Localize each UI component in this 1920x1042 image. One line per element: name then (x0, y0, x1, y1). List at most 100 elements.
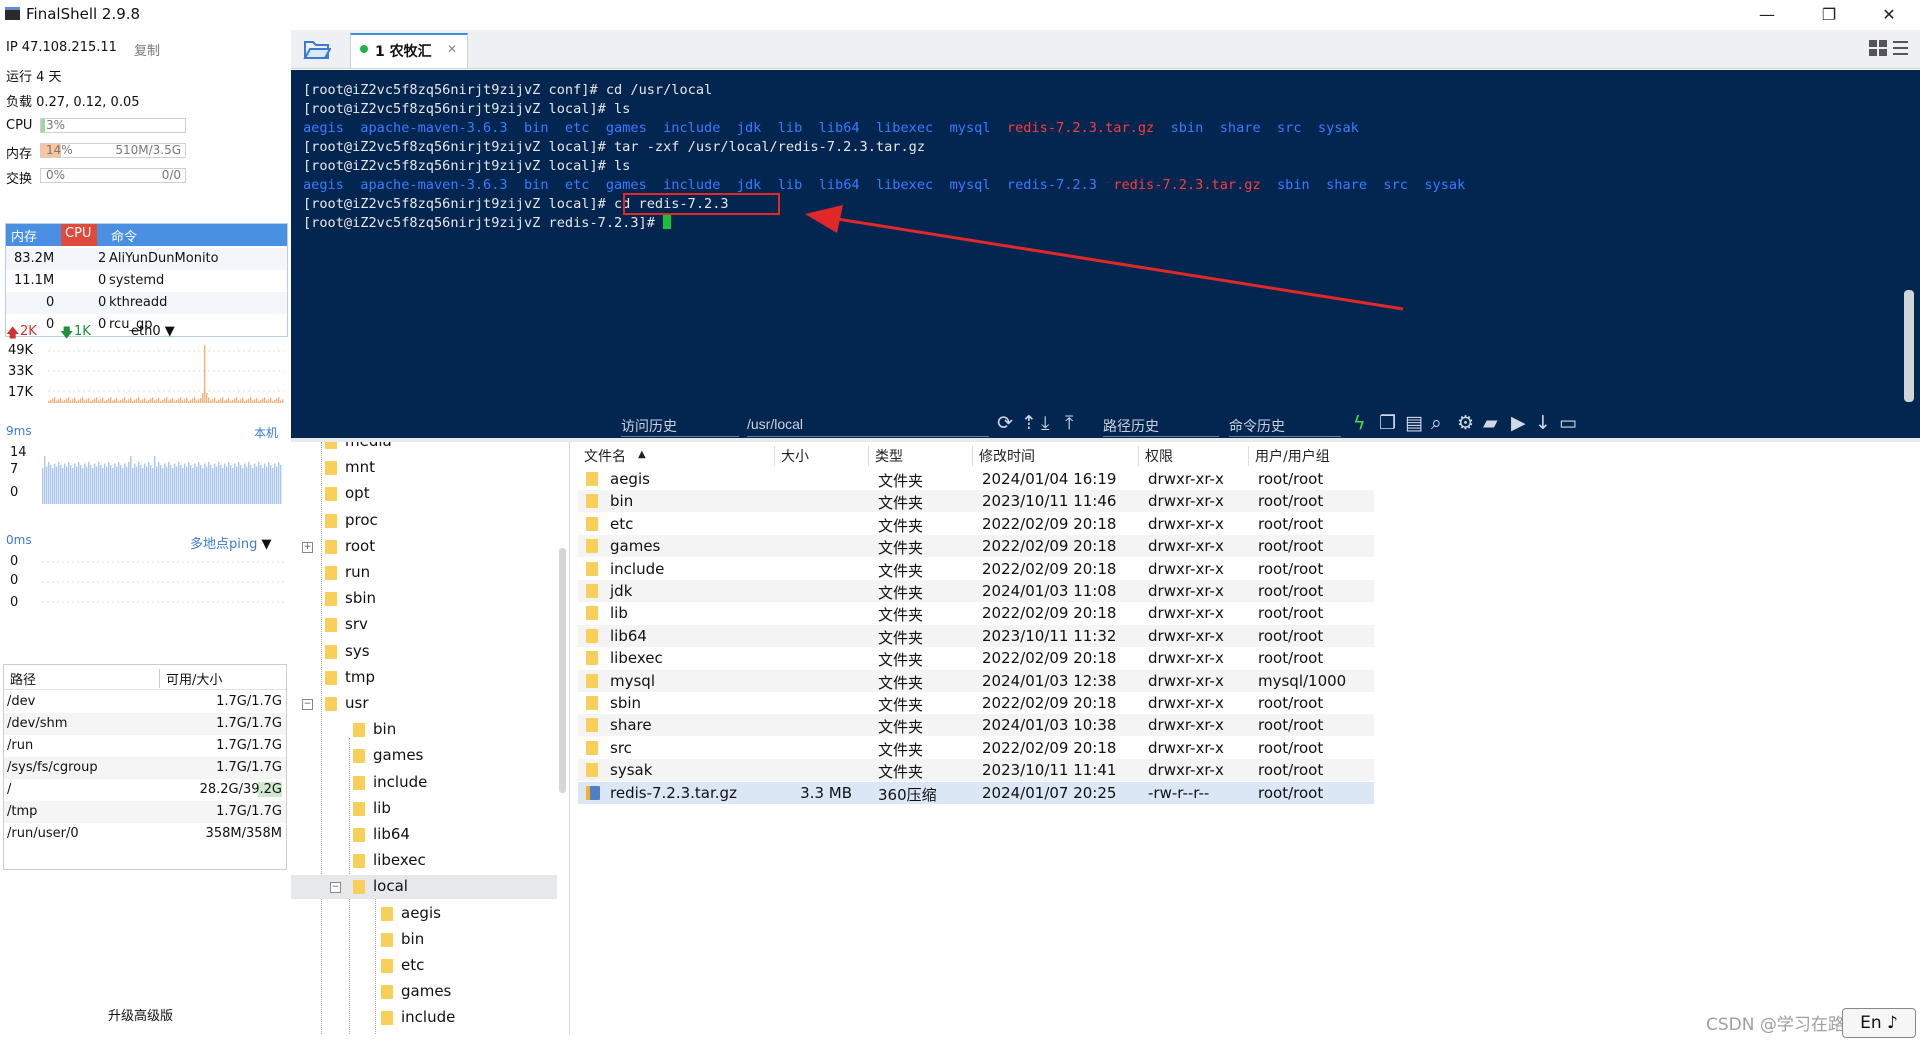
file-row[interactable]: bin 文件夹 2023/10/11 11:46 drwxr-xr-x root/roo… (578, 490, 1374, 513)
tree-item-libexec[interactable]: libexec (291, 849, 557, 873)
latency-bar (208, 462, 210, 504)
collapse-icon[interactable]: − (302, 699, 313, 710)
tree-item-opt[interactable]: opt (291, 482, 557, 506)
terminal[interactable]: [root@iZ2vc5f8zq56nirjt9zijvZ conf]# cd … (291, 70, 1920, 438)
copy-icon[interactable]: ❐ (1379, 412, 1396, 434)
tree-scrollbar[interactable] (559, 548, 566, 793)
file-row[interactable]: sysak 文件夹 2023/10/11 11:41 drwxr-xr-x root/r… (578, 759, 1374, 782)
file-row[interactable]: mysql 文件夹 2024/01/03 12:38 drwxr-xr-x mysql/… (578, 669, 1374, 692)
col-owner[interactable]: 用户/用户组 (1248, 446, 1330, 466)
file-row[interactable]: etc 文件夹 2022/02/09 20:18 drwxr-xr-x root/roo… (578, 513, 1374, 535)
tree-item-aegis[interactable]: aegis (291, 902, 557, 926)
folder-icon (353, 801, 365, 816)
latency-y-tick: 7 (10, 462, 19, 477)
tree-item-sbin[interactable]: sbin (291, 587, 557, 611)
folder-icon (325, 670, 337, 685)
network-interface-select[interactable]: eth0 ▼ (131, 324, 175, 339)
upgrade-link[interactable]: 升级高级版 (108, 1005, 173, 1024)
tree-item-sys[interactable]: sys (291, 640, 557, 664)
copy-ip-button[interactable]: 复制 (134, 40, 160, 59)
file-row[interactable]: src 文件夹 2022/02/09 20:18 drwxr-xr-x root/roo… (578, 737, 1374, 759)
tree-item-run[interactable]: run (291, 561, 557, 585)
tree-item-bin[interactable]: bin (291, 928, 557, 952)
col-mtime[interactable]: 修改时间 (972, 446, 1035, 466)
tree-item-srv[interactable]: srv (291, 613, 557, 637)
tree-item-root[interactable]: + root (291, 535, 557, 559)
col-size[interactable]: 大小 (774, 446, 809, 466)
collapse-icon[interactable]: − (330, 882, 341, 894)
refresh-icon[interactable]: ⟳ (997, 412, 1013, 434)
col-cpu[interactable]: CPU (61, 224, 98, 246)
terminal-scrollbar[interactable] (1904, 290, 1914, 402)
ls-entry: bin (523, 120, 565, 136)
tree-item-include[interactable]: include (291, 771, 557, 795)
file-row[interactable]: aegis 文件夹 2024/01/04 16:19 drwxr-xr-x root/r… (578, 468, 1374, 490)
tree-item-mnt[interactable]: mnt (291, 456, 557, 480)
file-row[interactable]: lib 文件夹 2022/02/09 20:18 drwxr-xr-x root/roo… (578, 602, 1374, 624)
path-history-field[interactable]: 路径历史 (1103, 416, 1219, 437)
tree-item-bin[interactable]: bin (291, 718, 557, 742)
tree-item-games[interactable]: games (291, 980, 557, 1004)
tree-item-proc[interactable]: proc (291, 509, 557, 533)
col-permission[interactable]: 权限 (1138, 446, 1173, 466)
file-owner: root/root (1258, 649, 1324, 668)
minimize-button[interactable]: — (1744, 2, 1790, 28)
process-row[interactable]: 11.1M 0 systemd (6, 270, 287, 292)
col-path[interactable]: 路径 (10, 669, 36, 688)
file-row[interactable]: include 文件夹 2022/02/09 20:18 drwxr-xr-x root… (578, 558, 1374, 580)
file-row[interactable]: share 文件夹 2024/01/03 10:38 drwxr-xr-x root/r… (578, 714, 1374, 737)
tab-session-1[interactable]: 1 农牧汇 ✕ (350, 33, 468, 68)
up-dir-icon[interactable]: ⇡ (1021, 412, 1037, 434)
command-history-field[interactable]: 命令历史 (1229, 416, 1341, 437)
close-button[interactable]: ✕ (1866, 2, 1912, 28)
file-row[interactable]: redis-7.2.3.tar.gz 3.3 MB 360压缩 2024/01/07 … (578, 781, 1374, 804)
lightning-icon[interactable]: ϟ (1353, 412, 1366, 434)
window-icon[interactable]: ▭ (1559, 412, 1577, 434)
tree-item-games[interactable]: games (291, 744, 557, 768)
multi-ping-button[interactable]: 多地点ping ▼ (190, 533, 272, 552)
tree-item-usr[interactable]: − usr (291, 692, 557, 716)
latency-target[interactable]: 本机 (254, 424, 278, 441)
paste-icon[interactable]: ▤ (1405, 412, 1423, 434)
download-icon[interactable]: ⤓ (1041, 412, 1049, 434)
tree-item-etc[interactable]: etc (291, 954, 557, 978)
col-mem[interactable]: 内存 (11, 226, 37, 245)
archive-icon (586, 785, 600, 800)
play-icon[interactable]: ▶ (1511, 412, 1526, 434)
tree-item-lib[interactable]: lib (291, 797, 557, 821)
col-type[interactable]: 类型 (868, 446, 903, 466)
file-row[interactable]: games 文件夹 2022/02/09 20:18 drwxr-xr-x root/r… (578, 535, 1374, 558)
col-cmd[interactable]: 命令 (111, 226, 137, 245)
search-icon[interactable]: ⌕ (1431, 412, 1442, 434)
file-row[interactable]: lib64 文件夹 2023/10/11 11:32 drwxr-xr-x root/r… (578, 624, 1374, 647)
open-folder-icon[interactable] (303, 38, 331, 60)
maximize-button[interactable]: ❐ (1806, 2, 1852, 28)
layout-grid-icon[interactable] (1869, 40, 1909, 58)
tab-close-icon[interactable]: ✕ (447, 42, 457, 56)
tree-item-media[interactable]: media (291, 442, 557, 454)
expand-icon[interactable]: + (302, 541, 313, 553)
arrow-down-icon[interactable]: ↓ (1535, 412, 1551, 434)
tree-item-tmp[interactable]: tmp (291, 666, 557, 690)
folder-icon[interactable]: ▰ (1483, 412, 1498, 434)
col-filename[interactable]: 文件名 (584, 446, 626, 466)
tree-item-include[interactable]: include (291, 1006, 557, 1030)
chevron-down-icon: ▼ (164, 324, 175, 339)
gear-icon[interactable]: ⚙ (1457, 412, 1474, 434)
file-permission: drwxr-xr-x (1148, 738, 1224, 757)
file-row[interactable]: libexec 文件夹 2022/02/09 20:18 drwxr-xr-x root… (578, 647, 1374, 669)
folder-icon (325, 592, 337, 607)
current-path-field[interactable]: /usr/local (747, 416, 989, 437)
latency-bar (152, 468, 154, 504)
visit-history-field[interactable]: 访问历史 (621, 416, 739, 437)
process-row[interactable]: 83.2M 2 AliYunDunMonito (6, 248, 287, 270)
col-size[interactable]: 可用/大小 (159, 669, 222, 688)
latency-bar (86, 466, 88, 504)
file-row[interactable]: jdk 文件夹 2024/01/03 11:08 drwxr-xr-x root/roo… (578, 580, 1374, 602)
process-row[interactable]: 0 0 kthreadd (6, 292, 287, 314)
ime-indicator[interactable]: En ♪ (1842, 1008, 1916, 1038)
tree-item-local[interactable]: − local (291, 875, 557, 900)
upload-icon[interactable]: ⤒ (1065, 412, 1073, 434)
tree-item-lib64[interactable]: lib64 (291, 823, 557, 847)
file-row[interactable]: sbin 文件夹 2022/02/09 20:18 drwxr-xr-x root/ro… (578, 692, 1374, 714)
